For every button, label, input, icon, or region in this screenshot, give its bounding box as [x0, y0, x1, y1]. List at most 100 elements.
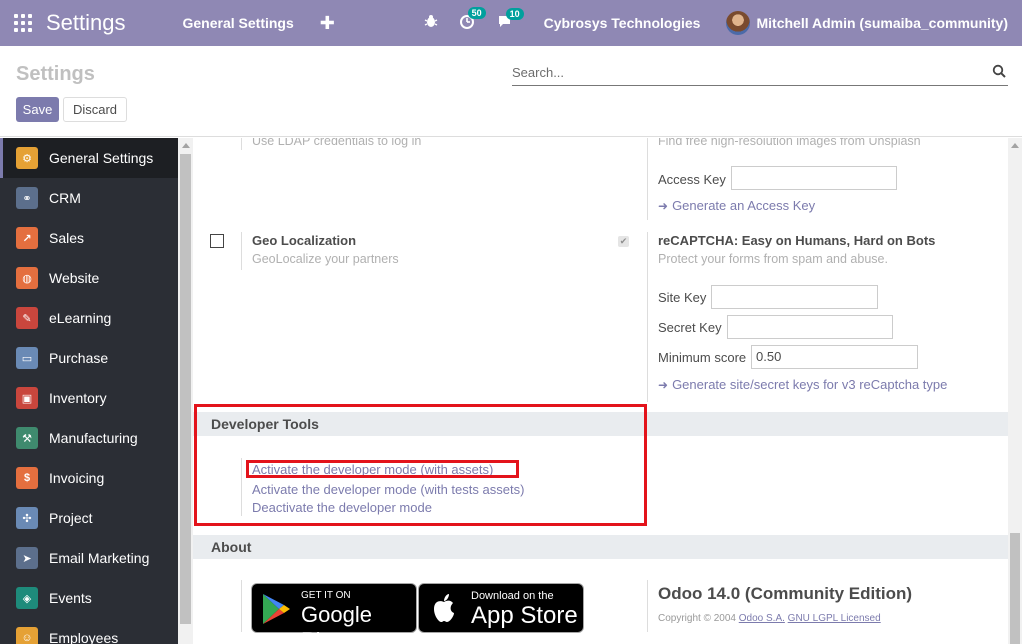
minimum-score-input[interactable]: 0.50: [751, 345, 918, 369]
menu-general-settings[interactable]: General Settings: [183, 15, 294, 31]
search-bar: [512, 60, 1008, 86]
bug-icon[interactable]: [424, 14, 438, 32]
page-title: Settings: [16, 63, 95, 85]
messages-icon[interactable]: 10: [498, 7, 524, 33]
activity-badge: 50: [467, 7, 486, 19]
ldap-description: Use LDAP credentials to log in: [252, 138, 422, 148]
geo-localization-checkbox[interactable]: [210, 234, 224, 248]
save-button[interactable]: Save: [16, 97, 59, 122]
site-key-label: Site Key: [658, 290, 707, 305]
sidebar-item-label: Events: [49, 590, 92, 606]
access-key-input[interactable]: [731, 166, 897, 190]
sidebar-item-elearning[interactable]: ✎ eLearning: [0, 298, 178, 338]
google-play-icon: [263, 594, 290, 624]
google-play-small-text: GET IT ON: [301, 590, 351, 601]
sidebar-item-general-settings[interactable]: ⚙ General Settings: [0, 138, 178, 178]
sidebar-item-label: Inventory: [49, 390, 107, 406]
sidebar-item-inventory[interactable]: ▣ Inventory: [0, 378, 178, 418]
sidebar-item-label: CRM: [49, 190, 81, 206]
paper-plane-icon: ➤: [16, 547, 38, 569]
sidebar-item-label: Email Marketing: [49, 550, 150, 566]
box-icon: ▣: [16, 387, 38, 409]
sidebar-item-employees[interactable]: ☺ Employees: [0, 618, 178, 644]
user-menu[interactable]: Mitchell Admin (sumaiba_community): [756, 15, 1008, 31]
odoo-sa-link[interactable]: Odoo S.A.: [739, 613, 785, 624]
company-switcher[interactable]: Cybrosys Technologies: [544, 15, 701, 31]
sidebar-scrollbar[interactable]: [178, 138, 193, 644]
scroll-thumb[interactable]: [1010, 533, 1020, 644]
geo-localization-title: Geo Localization: [252, 233, 357, 248]
settings-content: Use LDAP credentials to log in Find free…: [193, 138, 1008, 644]
access-key-label: Access Key: [658, 172, 726, 187]
activity-clock-icon[interactable]: 50: [459, 7, 486, 33]
lgpl-license-link[interactable]: GNU LGPL Licensed: [788, 613, 881, 624]
sidebar-item-sales[interactable]: ↗ Sales: [0, 218, 178, 258]
app-brand[interactable]: Settings: [46, 10, 126, 36]
recaptcha-checkbox-icon[interactable]: ✔: [618, 236, 629, 247]
discard-button[interactable]: Discard: [63, 97, 127, 122]
minimum-score-label: Minimum score: [658, 350, 747, 365]
plus-icon[interactable]: ✚: [320, 13, 335, 34]
generate-recaptcha-keys-link[interactable]: ➜ Generate site/secret keys for v3 reCapt…: [658, 377, 947, 392]
puzzle-icon: ✣: [16, 507, 38, 529]
messages-badge: 10: [505, 7, 524, 20]
sidebar-item-crm[interactable]: ⚭ CRM: [0, 178, 178, 218]
google-play-button[interactable]: GET IT ON Google Play: [251, 583, 417, 644]
secret-key-label: Secret Key: [658, 320, 722, 335]
sidebar-item-label: eLearning: [49, 310, 112, 326]
link-text: Generate site/secret keys for v3 reCaptc…: [672, 377, 948, 392]
secret-key-input[interactable]: [727, 315, 893, 339]
sidebar-item-manufacturing[interactable]: ⚒ Manufacturing: [0, 418, 178, 458]
top-navbar: Settings General Settings ✚ 50 10 Cybros…: [0, 0, 1022, 46]
sidebar-item-label: Purchase: [49, 350, 109, 366]
scroll-up-arrow[interactable]: [182, 143, 190, 148]
scroll-up-arrow[interactable]: [1011, 143, 1019, 148]
sidebar-item-label: Manufacturing: [49, 430, 138, 446]
control-panel: Settings Save Discard: [0, 46, 1022, 137]
sidebar-item-invoicing[interactable]: $ Invoicing: [0, 458, 178, 498]
apps-menu-icon[interactable]: [14, 14, 36, 32]
unsplash-description: Find free high-resolution images from Un…: [658, 138, 921, 148]
copyright-prefix: Copyright © 2004: [658, 613, 736, 624]
arrow-right-icon: ➜: [658, 199, 669, 213]
sidebar-item-label: Employees: [49, 630, 119, 644]
search-icon[interactable]: [992, 64, 1006, 78]
highlight-box-activate-assets: [246, 460, 519, 478]
odoo-edition: Odoo 14.0 (Community Edition): [658, 584, 913, 603]
sidebar-item-website[interactable]: ◍ Website: [0, 258, 178, 298]
recaptcha-description: Protect your forms from spam and abuse.: [658, 252, 888, 266]
chart-icon: ↗: [16, 227, 38, 249]
elearning-icon: ✎: [16, 307, 38, 329]
apple-icon: [434, 594, 454, 622]
sidebar-item-label: Invoicing: [49, 470, 105, 486]
about-header: About: [193, 535, 1008, 559]
ticket-icon: ◈: [16, 587, 38, 609]
arrow-right-icon: ➜: [658, 378, 669, 392]
gear-icon: ⚙: [16, 147, 38, 169]
sidebar-item-purchase[interactable]: ▭ Purchase: [0, 338, 178, 378]
user-avatar[interactable]: [726, 11, 751, 35]
handshake-icon: ⚭: [16, 187, 38, 209]
sidebar-item-email-marketing[interactable]: ➤ Email Marketing: [0, 538, 178, 578]
sidebar-item-events[interactable]: ◈ Events: [0, 578, 178, 618]
search-input[interactable]: [512, 60, 982, 84]
sidebar-item-label: Website: [49, 270, 100, 286]
app-store-button[interactable]: Download on the App Store: [418, 583, 584, 633]
site-key-input[interactable]: [711, 285, 878, 309]
app-store-big-text: App Store: [471, 602, 578, 629]
sidebar-item-project[interactable]: ✣ Project: [0, 498, 178, 538]
invoice-icon: $: [16, 467, 38, 489]
geo-localization-description: GeoLocalize your partners: [252, 252, 399, 266]
people-icon: ☺: [16, 627, 38, 644]
link-text: Generate an Access Key: [672, 198, 816, 213]
credit-card-icon: ▭: [16, 347, 38, 369]
wrench-icon: ⚒: [16, 427, 38, 449]
content-scrollbar[interactable]: [1008, 138, 1022, 644]
app-store-small-text: Download on the: [471, 590, 554, 602]
settings-sidebar: ⚙ General Settings ⚭ CRM ↗ Sales ◍ Websi…: [0, 138, 178, 644]
scroll-thumb[interactable]: [180, 154, 191, 624]
sidebar-item-label: General Settings: [49, 150, 154, 166]
google-play-big-text: Google Play: [301, 602, 372, 644]
generate-access-key-link[interactable]: ➜ Generate an Access Key: [658, 198, 815, 213]
sidebar-item-label: Project: [49, 510, 93, 526]
